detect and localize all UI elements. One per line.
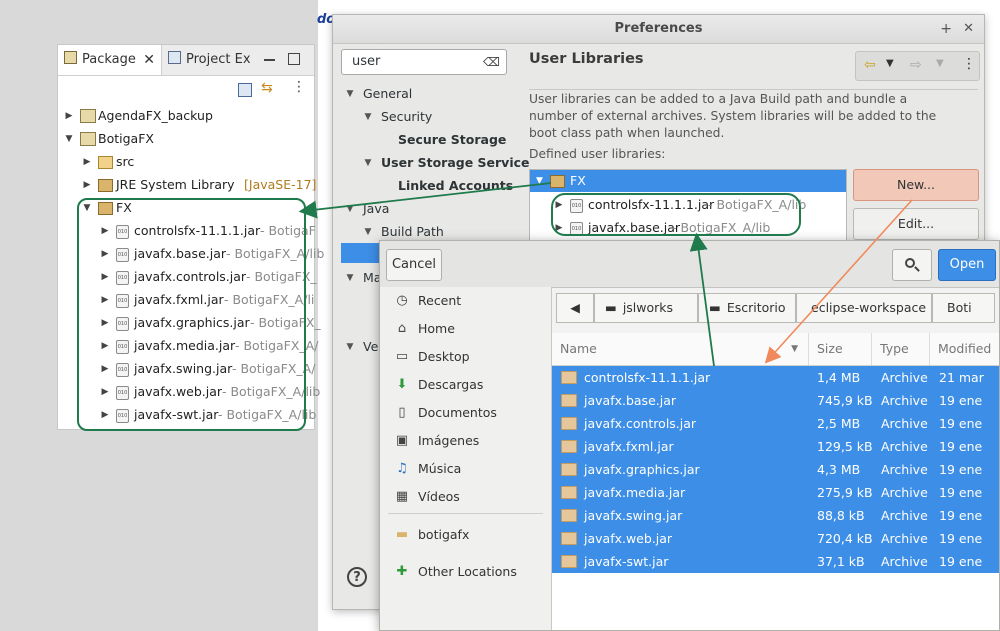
annotation-arrows bbox=[298, 182, 913, 367]
arrow-new-to-files bbox=[764, 199, 913, 364]
arrow-files-to-library bbox=[689, 232, 715, 367]
arrow-fx-to-package bbox=[298, 182, 552, 219]
